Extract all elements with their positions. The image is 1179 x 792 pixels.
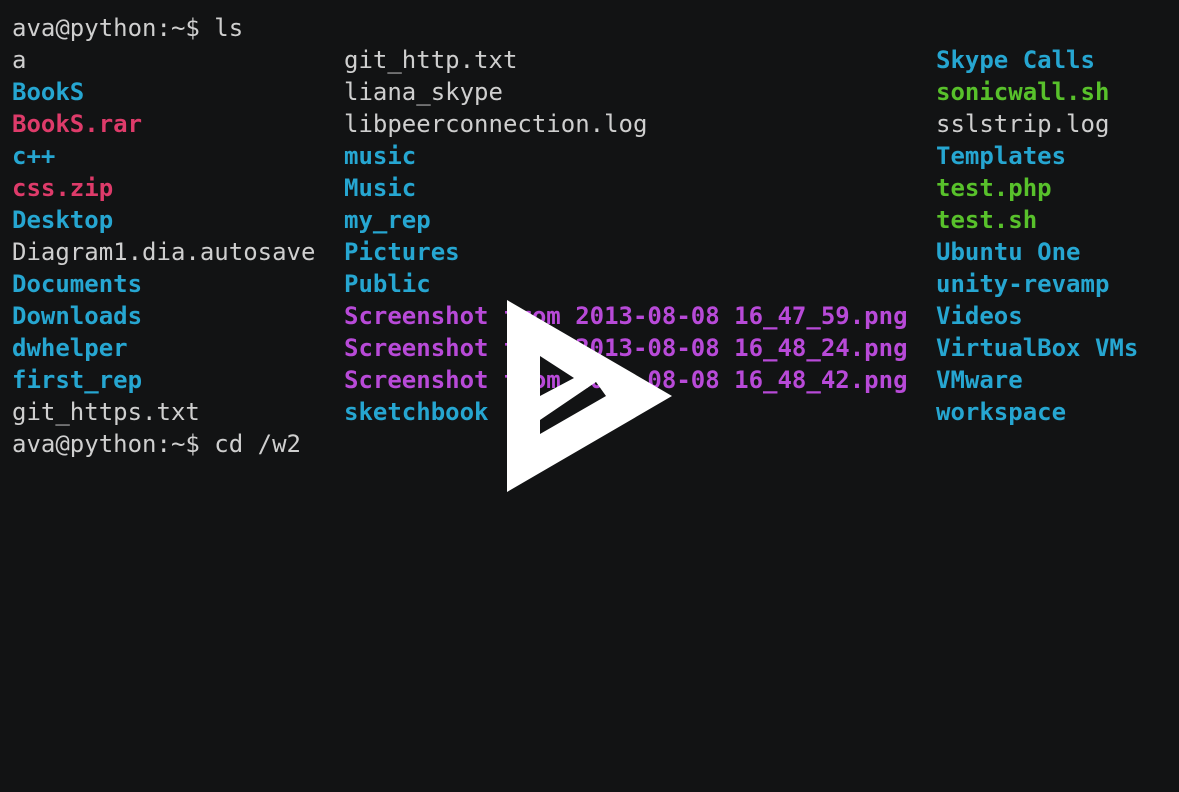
shell-prompt: ava@python:~$ <box>12 430 215 458</box>
ls-entry-dir: Skype Calls <box>936 46 1095 74</box>
ls-entry-dir: Pictures <box>344 238 460 266</box>
ls-entry-dir: my_rep <box>344 206 431 234</box>
ls-entry-archive: BookS.rar <box>12 110 143 138</box>
play-icon[interactable] <box>504 298 676 494</box>
ls-entry-exec: sonicwall.sh <box>936 78 1110 106</box>
ls-entry-dir: workspace <box>936 398 1067 426</box>
ls-entry-dir: Ubuntu One <box>936 238 1081 266</box>
ls-entry-exec: test.php <box>936 174 1052 202</box>
ls-entry-dir: VirtualBox VMs <box>936 334 1139 362</box>
ls-entry-dir: BookS <box>12 78 85 106</box>
command-input[interactable]: cd /w2 <box>214 430 301 458</box>
ls-entry-file: liana_skype <box>344 78 503 106</box>
ls-entry-dir: Templates <box>936 142 1067 170</box>
ls-entry-file: libpeerconnection.log <box>344 110 648 138</box>
ls-entry-dir: Music <box>344 174 417 202</box>
ls-entry-file: git_http.txt <box>344 46 518 74</box>
ls-entry-dir: Public <box>344 270 431 298</box>
ls-entry-file: sslstrip.log <box>936 110 1110 138</box>
ls-entry-exec: test.sh <box>936 206 1038 234</box>
ls-entry-archive: css.zip <box>12 174 114 202</box>
ls-entry-dir: VMware <box>936 366 1023 394</box>
ls-entry-file: Diagram1.dia.autosave <box>12 238 316 266</box>
command-text: ls <box>214 14 244 42</box>
ls-entry-dir: Documents <box>12 270 143 298</box>
ls-entry-file: git_https.txt <box>12 398 200 426</box>
ls-entry-dir: c++ <box>12 142 56 170</box>
ls-entry-dir: first_rep <box>12 366 143 394</box>
ls-entry-dir: Videos <box>936 302 1023 330</box>
ls-entry-dir: Desktop <box>12 206 114 234</box>
ls-entry-file: a <box>12 46 27 74</box>
shell-prompt: ava@python:~$ <box>12 14 215 42</box>
ls-entry-dir: unity-revamp <box>936 270 1110 298</box>
ls-entry-dir: dwhelper <box>12 334 128 362</box>
ls-entry-dir: music <box>344 142 417 170</box>
ls-entry-dir: Downloads <box>12 302 143 330</box>
command-line-ls: ava@python:~$ ls <box>12 12 1172 44</box>
